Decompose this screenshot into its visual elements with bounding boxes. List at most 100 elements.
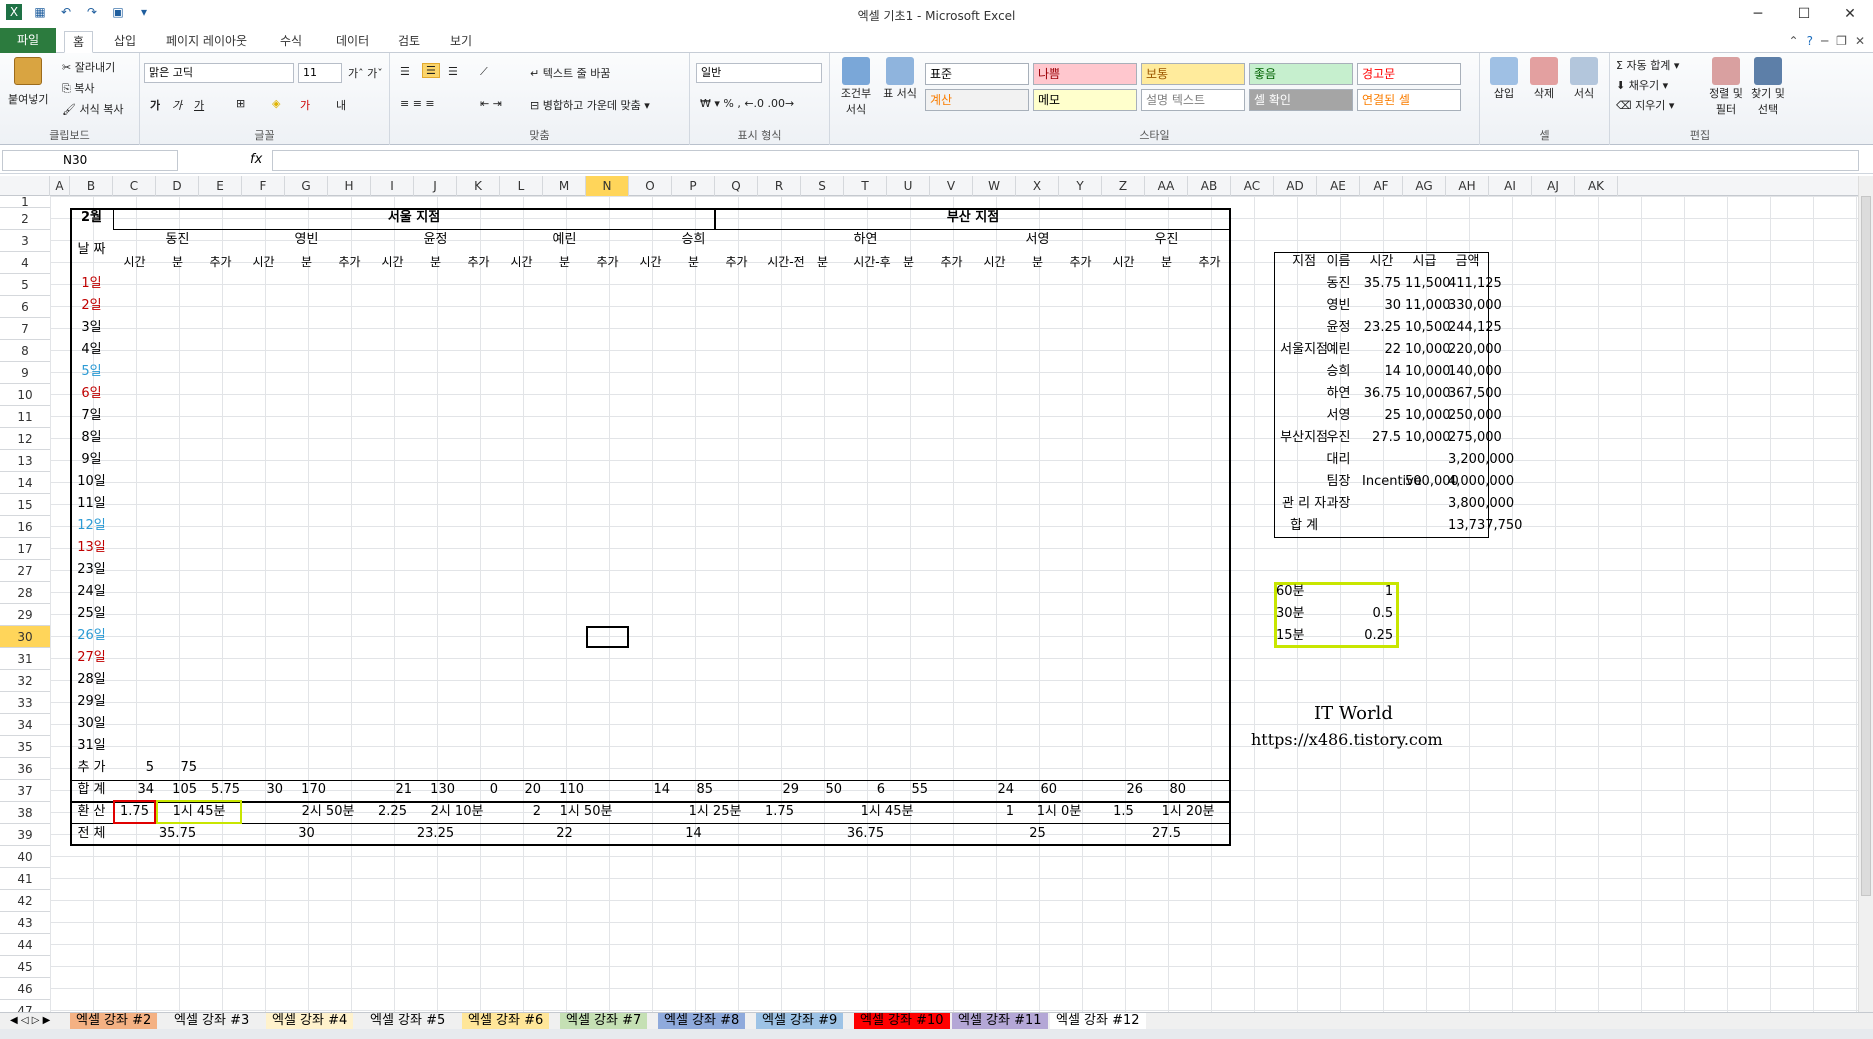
- collapse-ribbon-icon[interactable]: ⌃: [1789, 34, 1799, 48]
- column-header[interactable]: AI: [1489, 176, 1532, 196]
- row-header[interactable]: 14: [0, 472, 50, 494]
- help-icon[interactable]: ?: [1807, 34, 1813, 48]
- row-header[interactable]: 6: [0, 296, 50, 318]
- column-header[interactable]: V: [930, 176, 973, 196]
- column-header[interactable]: K: [457, 176, 500, 196]
- row-header[interactable]: 8: [0, 340, 50, 362]
- column-header[interactable]: S: [801, 176, 844, 196]
- column-header[interactable]: J: [414, 176, 457, 196]
- style-cell[interactable]: 나쁨: [1033, 63, 1137, 85]
- style-cell[interactable]: 셀 확인: [1249, 89, 1353, 111]
- row-header[interactable]: 5: [0, 274, 50, 296]
- sheet-tab[interactable]: 엑셀 강좌 #3: [168, 1013, 256, 1030]
- row-header[interactable]: 11: [0, 406, 50, 428]
- underline-icon[interactable]: 가: [194, 97, 204, 113]
- column-header[interactable]: AD: [1274, 176, 1317, 196]
- row-header[interactable]: 28: [0, 582, 50, 604]
- column-header[interactable]: P: [672, 176, 715, 196]
- style-cell[interactable]: 표준: [925, 63, 1029, 85]
- row-header[interactable]: 12: [0, 428, 50, 450]
- sheet-tab[interactable]: 엑셀 강좌 #11: [952, 1013, 1048, 1030]
- bold-icon[interactable]: 가: [150, 97, 160, 113]
- fill-color-icon[interactable]: ◈: [272, 97, 280, 110]
- sheet-tab[interactable]: 엑셀 강좌 #8: [658, 1013, 746, 1030]
- clear-button[interactable]: ⌫ 지우기 ▾: [1616, 97, 1674, 113]
- style-cell[interactable]: 메모: [1033, 89, 1137, 111]
- row-header[interactable]: 46: [0, 978, 50, 1000]
- tab-data[interactable]: 데이터: [328, 31, 377, 53]
- row-header[interactable]: 10: [0, 384, 50, 406]
- column-header[interactable]: AJ: [1532, 176, 1575, 196]
- doc-close-icon[interactable]: ✕: [1855, 34, 1865, 48]
- font-color-icon[interactable]: 가: [300, 97, 310, 113]
- vertical-scrollbar[interactable]: [1858, 176, 1873, 1012]
- currency-icon[interactable]: ₩ ▾ % , ←.0 .00→: [700, 97, 794, 110]
- scrollbar-thumb[interactable]: [1861, 196, 1871, 896]
- selected-cell[interactable]: [586, 626, 629, 648]
- autosum-button[interactable]: Σ 자동 합계 ▾: [1616, 57, 1679, 73]
- format-painter-button[interactable]: 🖌 서식 복사: [62, 101, 123, 117]
- sheet-tab[interactable]: 엑셀 강좌 #2: [70, 1013, 158, 1030]
- minimize-button[interactable]: ─: [1735, 0, 1781, 28]
- column-header[interactable]: G: [285, 176, 328, 196]
- column-header[interactable]: Y: [1059, 176, 1102, 196]
- style-cell[interactable]: 계산: [925, 89, 1029, 111]
- row-header[interactable]: 34: [0, 714, 50, 736]
- style-cell[interactable]: 경고문: [1357, 63, 1461, 85]
- column-header[interactable]: L: [500, 176, 543, 196]
- fill-button[interactable]: ⬇ 채우기 ▾: [1616, 77, 1668, 93]
- row-header[interactable]: 27: [0, 560, 50, 582]
- row-header[interactable]: 13: [0, 450, 50, 472]
- row-header[interactable]: 2: [0, 208, 50, 230]
- row-header[interactable]: 35: [0, 736, 50, 758]
- style-cell[interactable]: 보통: [1141, 63, 1245, 85]
- align-left-icon[interactable]: ≡ ≡ ≡: [400, 97, 435, 110]
- row-header[interactable]: 37: [0, 780, 50, 802]
- row-header[interactable]: 40: [0, 846, 50, 868]
- tab-page-layout[interactable]: 페이지 레이아웃: [158, 31, 255, 53]
- column-header[interactable]: AE: [1317, 176, 1360, 196]
- align-bottom-icon[interactable]: ☰: [448, 65, 458, 78]
- column-header[interactable]: D: [156, 176, 199, 196]
- row-header[interactable]: 15: [0, 494, 50, 516]
- align-top-icon[interactable]: ☰: [400, 65, 410, 78]
- sheet-tab[interactable]: 엑셀 강좌 #9: [756, 1013, 844, 1030]
- font-size-dropdown[interactable]: 11: [298, 63, 342, 83]
- tab-home[interactable]: 홈: [64, 31, 94, 53]
- row-header[interactable]: 45: [0, 956, 50, 978]
- merge-center-button[interactable]: ⊟ 병합하고 가운데 맞춤 ▾: [530, 97, 650, 113]
- phonetic-icon[interactable]: 내: [336, 97, 346, 113]
- name-box[interactable]: N30: [2, 150, 178, 171]
- column-header[interactable]: W: [973, 176, 1016, 196]
- wrap-text-button[interactable]: ↵ 텍스트 줄 바꿈: [530, 65, 610, 81]
- cut-button[interactable]: ✂ 잘라내기: [62, 59, 115, 75]
- sheet-tab[interactable]: 엑셀 강좌 #12: [1050, 1013, 1146, 1030]
- column-header[interactable]: O: [629, 176, 672, 196]
- number-format-dropdown[interactable]: 일반: [696, 63, 822, 83]
- conditional-format-button[interactable]: 조건부 서식: [836, 57, 876, 117]
- column-header[interactable]: AC: [1231, 176, 1274, 196]
- tab-view[interactable]: 보기: [442, 31, 480, 53]
- doc-minimize-icon[interactable]: ─: [1821, 34, 1828, 48]
- sheet-tab[interactable]: 엑셀 강좌 #5: [364, 1013, 452, 1030]
- cell-area[interactable]: 2월 서울 지점 부산 지점 날 짜 동진 영빈 윤정 예린 승희 하연 서영 우진 시간 분 추가 시간 분 추…: [50, 196, 1858, 1012]
- row-header[interactable]: 16: [0, 516, 50, 538]
- column-header[interactable]: Q: [715, 176, 758, 196]
- paste-button[interactable]: 붙여넣기: [8, 57, 48, 107]
- close-button[interactable]: ✕: [1827, 0, 1873, 28]
- italic-icon[interactable]: 가: [172, 97, 182, 113]
- border-icon[interactable]: ⊞: [236, 97, 245, 110]
- column-header[interactable]: X: [1016, 176, 1059, 196]
- sort-filter-button[interactable]: 정렬 및 필터: [1706, 57, 1746, 117]
- select-all-corner[interactable]: [0, 176, 50, 196]
- column-header[interactable]: M: [543, 176, 586, 196]
- orientation-icon[interactable]: ⟋: [480, 65, 488, 79]
- column-header[interactable]: I: [371, 176, 414, 196]
- sheet-nav-icon[interactable]: ◀ ◁ ▷ ▶: [4, 1013, 56, 1030]
- column-header[interactable]: B: [70, 176, 113, 196]
- sheet-tab[interactable]: 엑셀 강좌 #7: [560, 1013, 648, 1030]
- row-header[interactable]: 47: [0, 1000, 50, 1012]
- font-grow-icon[interactable]: 가ˆ 가ˇ: [348, 65, 383, 81]
- delete-cells-button[interactable]: 삭제: [1526, 57, 1562, 101]
- row-header[interactable]: 32: [0, 670, 50, 692]
